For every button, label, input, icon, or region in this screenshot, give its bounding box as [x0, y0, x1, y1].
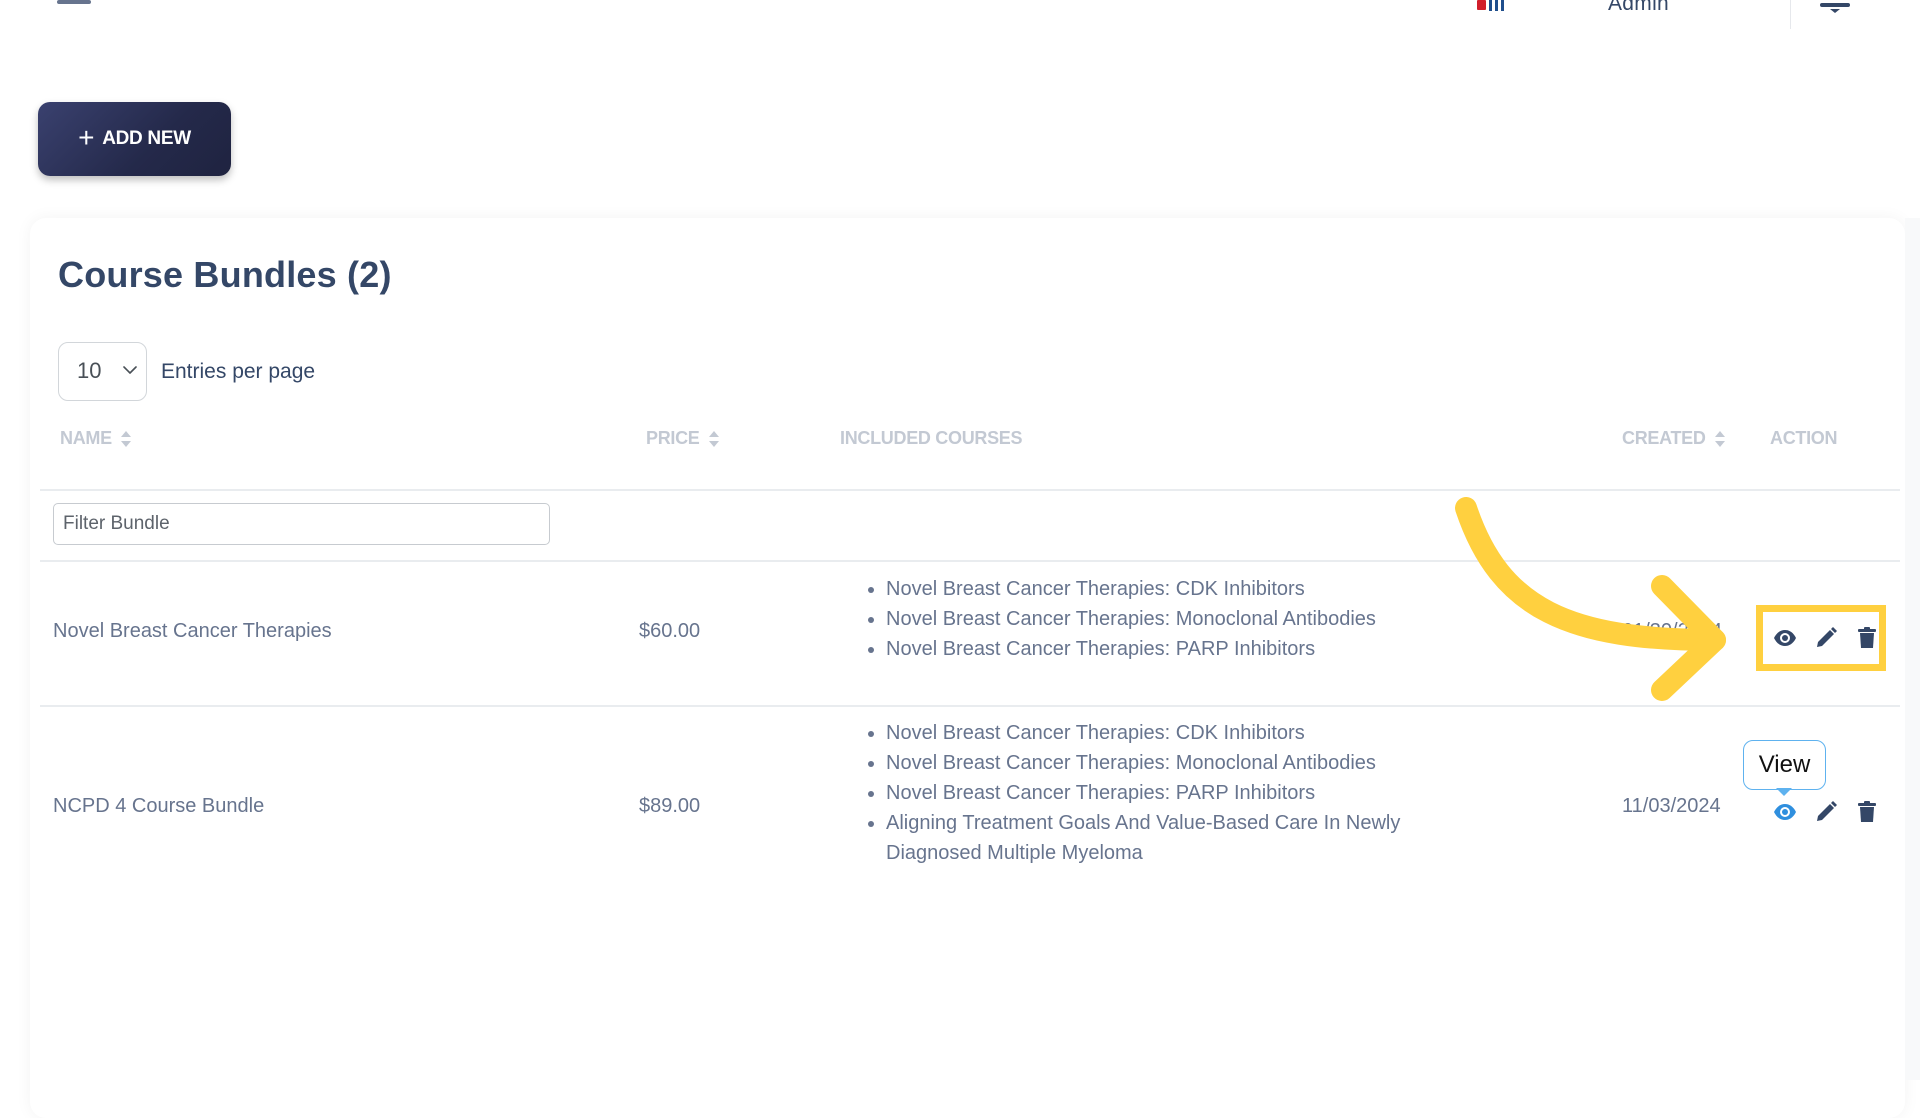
bundle-name[interactable]: Novel Breast Cancer Therapies — [53, 620, 332, 643]
bell-icon[interactable] — [1820, 0, 1850, 13]
annotation-highlight-box — [1756, 605, 1886, 671]
course-item: Novel Breast Cancer Therapies: PARP Inhi… — [866, 778, 1486, 808]
column-header-label: CREATED — [1622, 428, 1706, 448]
pencil-icon — [1817, 801, 1837, 821]
column-header-price[interactable]: PRICE — [646, 428, 720, 449]
entries-per-page-value: 10 — [77, 358, 102, 383]
column-header-label: ACTION — [1770, 428, 1838, 448]
entries-per-page-label: Entries per page — [161, 360, 316, 383]
plus-icon: + — [78, 121, 95, 153]
column-header-created[interactable]: CREATED — [1622, 428, 1726, 449]
annotation-arrow-icon — [1455, 497, 1726, 701]
add-new-label: ADD NEW — [102, 128, 191, 149]
bundle-price: $89.00 — [639, 795, 701, 817]
sort-icon — [1714, 430, 1725, 447]
page-gutter — [1905, 218, 1920, 1080]
course-item: Aligning Treatment Goals And Value-Based… — [866, 808, 1486, 868]
bundle-price: $60.00 — [639, 620, 701, 642]
add-new-button[interactable]: + ADD NEW — [38, 102, 231, 176]
column-header-name[interactable]: NAME — [60, 428, 132, 449]
sort-icon — [120, 430, 131, 447]
topbar-divider — [1790, 0, 1791, 29]
course-item: Novel Breast Cancer Therapies: Monoclona… — [866, 604, 1376, 634]
sort-icon — [708, 430, 719, 447]
created-date: 11/03/2024 — [1622, 795, 1721, 817]
column-header-included-courses: INCLUDED COURSES — [840, 428, 1023, 449]
column-header-label: PRICE — [646, 428, 700, 448]
course-item: Novel Breast Cancer Therapies: Monoclona… — [866, 748, 1486, 778]
column-header-label: INCLUDED COURSES — [840, 428, 1023, 448]
brand-logo-icon — [1477, 0, 1509, 11]
edit-button[interactable] — [1813, 799, 1839, 825]
delete-button[interactable] — [1854, 799, 1880, 825]
user-name[interactable]: Admin — [1608, 0, 1669, 16]
chevron-down-icon — [123, 366, 137, 374]
view-tooltip: View — [1743, 740, 1826, 790]
column-header-label: NAME — [60, 428, 112, 448]
page-title: Course Bundles (2) — [58, 254, 392, 295]
tooltip-arrow — [1776, 788, 1792, 796]
filter-bundle-input[interactable] — [53, 503, 550, 545]
eye-icon — [1774, 804, 1796, 820]
included-courses-list: Novel Breast Cancer Therapies: CDK Inhib… — [866, 718, 1486, 868]
hamburger-menu-icon[interactable] — [57, 0, 91, 4]
bundle-name[interactable]: NCPD 4 Course Bundle — [53, 795, 264, 818]
column-header-action: ACTION — [1770, 428, 1838, 449]
entries-per-page-select[interactable]: 10 — [58, 342, 147, 401]
row-actions — [1772, 799, 1880, 825]
course-item: Novel Breast Cancer Therapies: CDK Inhib… — [866, 574, 1376, 604]
trash-icon — [1858, 801, 1876, 822]
view-button[interactable] — [1772, 799, 1798, 825]
course-item: Novel Breast Cancer Therapies: CDK Inhib… — [866, 718, 1486, 748]
course-item: Novel Breast Cancer Therapies: PARP Inhi… — [866, 634, 1376, 664]
included-courses-list: Novel Breast Cancer Therapies: CDK Inhib… — [866, 574, 1376, 664]
